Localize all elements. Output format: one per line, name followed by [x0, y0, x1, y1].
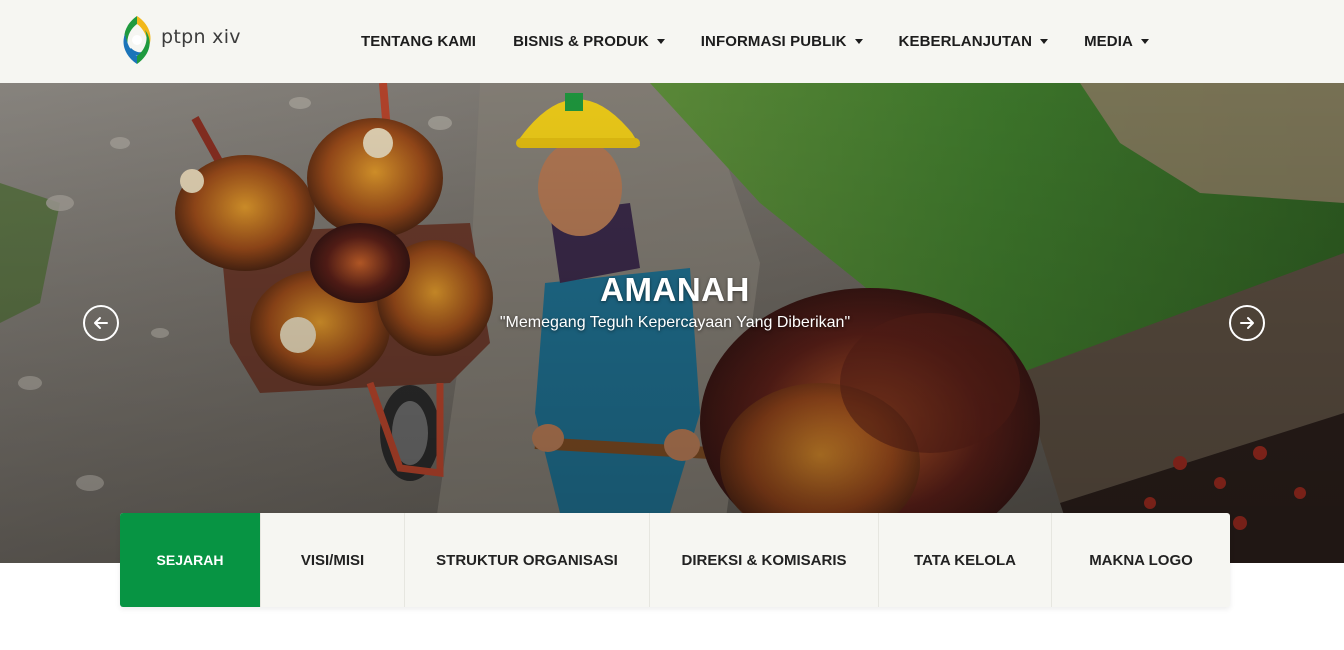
nav-label: KEBERLANJUTAN — [898, 33, 1033, 50]
ptpn-logo-icon — [123, 16, 151, 64]
tab-sejarah[interactable]: SEJARAH — [120, 513, 261, 607]
tab-label: STRUKTUR ORGANISASI — [436, 551, 618, 569]
caret-down-icon — [656, 39, 665, 44]
tab-direksi-komisaris[interactable]: DIREKSI & KOMISARIS — [650, 513, 879, 607]
nav-keberlanjutan[interactable]: KEBERLANJUTAN — [899, 33, 1049, 50]
tab-label: SEJARAH — [156, 552, 224, 568]
nav-label: TENTANG KAMI — [361, 33, 477, 50]
hero-title: AMANAH — [600, 271, 750, 308]
carousel-prev-button[interactable] — [83, 305, 119, 341]
main-menu: TENTANG KAMI BISNIS & PRODUK INFORMASI P… — [361, 0, 1149, 83]
tab-label: MAKNA LOGO — [1089, 551, 1193, 569]
brand-logo[interactable]: ptpn xiv — [119, 14, 241, 66]
hero-carousel: AMANAH "Memegang Teguh Kepercayaan Yang … — [0, 83, 1344, 563]
carousel-next-button[interactable] — [1229, 305, 1265, 341]
caret-down-icon — [854, 39, 863, 44]
arrow-right-icon — [1240, 317, 1254, 329]
nav-label: BISNIS & PRODUK — [513, 33, 649, 50]
nav-media[interactable]: MEDIA — [1084, 33, 1149, 50]
tab-label: TATA KELOLA — [914, 551, 1016, 569]
caret-down-icon — [1040, 39, 1049, 44]
hero-subtitle: "Memegang Teguh Kepercayaan Yang Diberik… — [499, 314, 851, 331]
nav-label: INFORMASI PUBLIK — [700, 33, 847, 50]
navbar: ptpn xiv TENTANG KAMI BISNIS & PRODUK IN… — [0, 0, 1344, 83]
nav-bisnis-produk[interactable]: BISNIS & PRODUK — [513, 33, 665, 50]
tab-struktur-organisasi[interactable]: STRUKTUR ORGANISASI — [405, 513, 650, 607]
caret-down-icon — [1140, 39, 1149, 44]
tab-tata-kelola[interactable]: TATA KELOLA — [879, 513, 1052, 607]
nav-label: MEDIA — [1084, 33, 1133, 50]
nav-informasi-publik[interactable]: INFORMASI PUBLIK — [701, 33, 863, 50]
arrow-left-icon — [94, 317, 108, 329]
tab-makna-logo[interactable]: MAKNA LOGO — [1052, 513, 1230, 607]
tab-visi-misi[interactable]: VISI/MISI — [261, 513, 405, 607]
tab-label: VISI/MISI — [300, 551, 365, 569]
tab-label: DIREKSI & KOMISARIS — [681, 551, 847, 569]
nav-tentang-kami[interactable]: TENTANG KAMI — [361, 33, 476, 50]
about-tabs: SEJARAH VISI/MISI STRUKTUR ORGANISASI DI… — [120, 513, 1230, 607]
brand-name: ptpn xiv — [161, 26, 241, 48]
